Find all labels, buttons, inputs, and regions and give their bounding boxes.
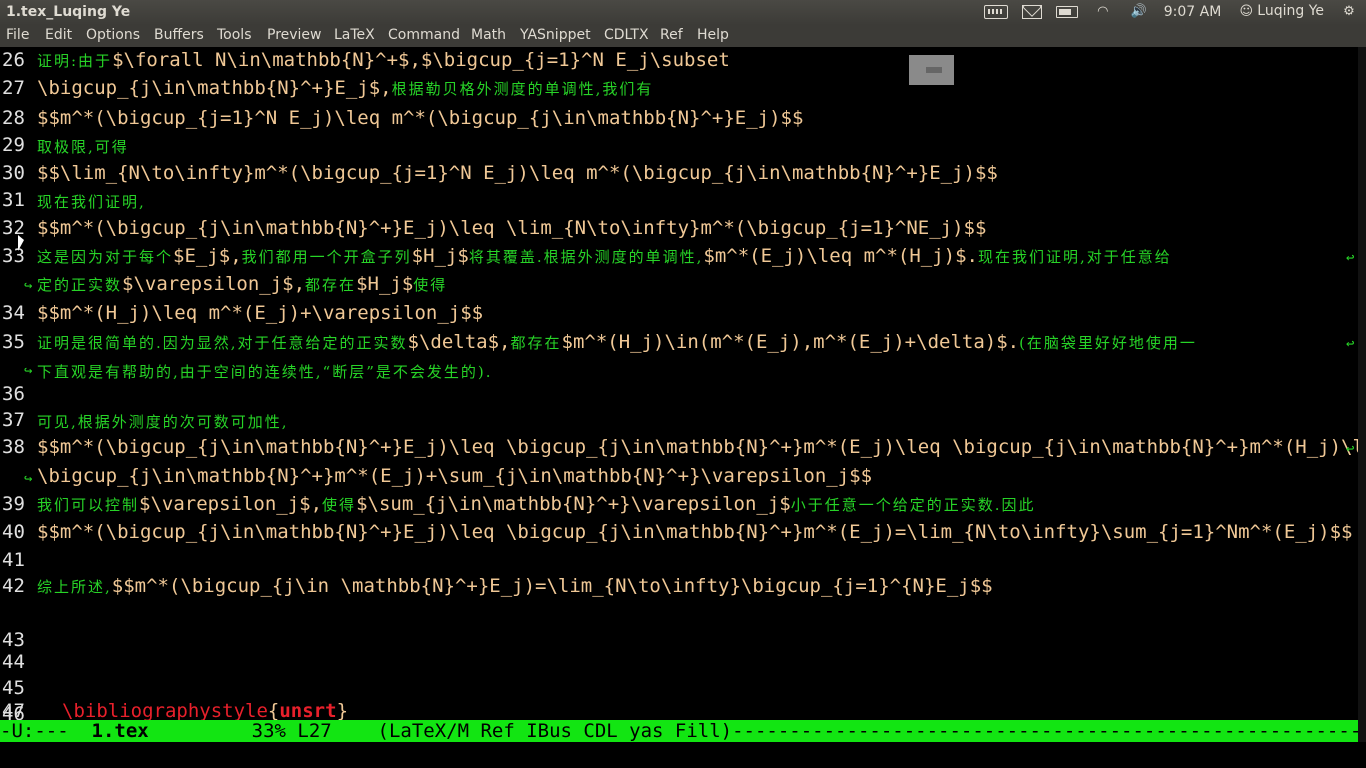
user-icon: ☺ bbox=[1239, 4, 1254, 19]
text-line[interactable]: 可见,根据外测度的次可数可加性, bbox=[37, 411, 289, 432]
text-line[interactable]: $$m^*(\bigcup_{j\in\mathbb{N}^+}E_j)\leq… bbox=[37, 436, 1358, 458]
top-panel: 1.tex_Luqing Ye ◠ 🔊 9:07 AM ☺ Luqing Ye ⚙ bbox=[0, 0, 1366, 25]
line-number: 44 bbox=[2, 651, 25, 673]
menu-math[interactable]: Math bbox=[471, 27, 506, 43]
volume-icon[interactable]: 🔊 bbox=[1128, 4, 1150, 20]
menu-tools[interactable]: Tools bbox=[217, 27, 252, 43]
line-number: 40 bbox=[2, 521, 25, 543]
text-line[interactable]: 取极限,可得 bbox=[37, 136, 129, 157]
text-line[interactable]: \bigcup_{j\in\mathbb{N}^+}m^*(E_j)+\sum_… bbox=[37, 465, 872, 487]
buffer-state: -U:--- bbox=[0, 720, 92, 742]
wrap-indicator-icon: ↩ bbox=[1346, 441, 1355, 457]
text-line[interactable]: $$\lim_{N\to\infty}m^*(\bigcup_{j=1}^N E… bbox=[37, 162, 998, 184]
window-title: 1.tex_Luqing Ye bbox=[6, 4, 131, 20]
wrap-indicator-icon: ↩ bbox=[1346, 336, 1355, 352]
menu-buffers[interactable]: Buffers bbox=[154, 27, 204, 43]
mouse-pointer-icon bbox=[18, 235, 24, 251]
line-number: 31 bbox=[2, 189, 25, 211]
text-line[interactable]: $$m^*(H_j)\leq m^*(E_j)+\varepsilon_j$$ bbox=[37, 302, 483, 324]
text-line[interactable]: 这是因为对于每个$E_j$,我们都用一个开盒子列$H_j$将其覆盖.根据外测度的… bbox=[37, 245, 1172, 267]
text-line[interactable]: \bigcup_{j\in\mathbb{N}^+}E_j$,根据勒贝格外测度的… bbox=[37, 77, 653, 99]
menu-file[interactable]: File bbox=[6, 27, 29, 43]
text-line[interactable]: $$m^*(\bigcup_{j=1}^N E_j)\leq m^*(\bigc… bbox=[37, 107, 803, 129]
line-number: 45 bbox=[2, 677, 25, 699]
line-number: 41 bbox=[2, 549, 25, 571]
menubar: File Edit Options Buffers Tools Preview … bbox=[0, 25, 1366, 47]
buffer-position: 33% L27 bbox=[148, 720, 378, 742]
line-number: 38 bbox=[2, 436, 25, 458]
wrap-indicator-icon: ↪ bbox=[24, 278, 33, 294]
wrap-indicator-icon: ↩ bbox=[1346, 250, 1355, 266]
text-line[interactable]: 我们可以控制$\varepsilon_j$,使得$\sum_{j\in\math… bbox=[37, 493, 1036, 515]
menu-latex[interactable]: LaTeX bbox=[334, 27, 375, 43]
line-number: 28 bbox=[2, 107, 25, 129]
line-number: 35 bbox=[2, 331, 25, 353]
text-line[interactable]: 现在我们证明, bbox=[37, 191, 146, 212]
menu-options[interactable]: Options bbox=[86, 27, 140, 43]
minibuffer[interactable] bbox=[0, 742, 1366, 768]
line-number: 26 bbox=[2, 49, 25, 71]
battery-icon[interactable] bbox=[1055, 5, 1078, 18]
text-line[interactable]: 证明是很简单的.因为显然,对于任意给定的正实数$\delta$,都存在$m^*(… bbox=[37, 331, 1197, 353]
line-number: 43 bbox=[2, 629, 25, 651]
text-line[interactable]: 综上所述,$$m^*(\bigcup_{j\in \mathbb{N}^+}E_… bbox=[37, 575, 993, 597]
line-number: 42 bbox=[2, 575, 25, 597]
line-number: 34 bbox=[2, 302, 25, 324]
user-name: Luqing Ye bbox=[1257, 3, 1324, 19]
text-line[interactable]: $$m^*(\bigcup_{j\in\mathbb{N}^+}E_j)\leq… bbox=[37, 521, 1352, 543]
wrap-indicator-icon: ↪ bbox=[24, 363, 33, 379]
major-modes[interactable]: (LaTeX/M Ref IBus CDL yas Fill) bbox=[378, 720, 733, 742]
line-number: 39 bbox=[2, 493, 25, 515]
menu-command[interactable]: Command bbox=[388, 27, 460, 43]
mail-icon[interactable] bbox=[1021, 4, 1042, 19]
text-line[interactable]: 定的正实数$\varepsilon_j$,都存在$H_j$使得 bbox=[37, 273, 447, 295]
menu-preview[interactable]: Preview bbox=[267, 27, 322, 43]
text-line[interactable]: 证明:由于$\forall N\in\mathbb{N}^+$,$\bigcup… bbox=[37, 49, 730, 71]
line-number: 37 bbox=[2, 409, 25, 431]
clock[interactable]: 9:07 AM bbox=[1164, 4, 1222, 20]
wrap-indicator-icon: ↪ bbox=[24, 471, 33, 487]
text-line[interactable]: 下直观是有帮助的,由于空间的连续性,“断层”是不会发生的). bbox=[37, 361, 493, 382]
editor-buffer[interactable]: 26 证明:由于$\forall N\in\mathbb{N}^+$,$\big… bbox=[0, 47, 1358, 720]
menu-yasnippet[interactable]: YASnippet bbox=[520, 27, 591, 43]
line-number: 29 bbox=[2, 134, 25, 156]
wifi-icon[interactable]: ◠ bbox=[1092, 4, 1114, 20]
line-number: 27 bbox=[2, 77, 25, 99]
mode-line-fill: ----------------------------------------… bbox=[732, 720, 1358, 742]
buffer-name[interactable]: 1.tex bbox=[92, 720, 149, 742]
menu-ref[interactable]: Ref bbox=[660, 27, 683, 43]
line-number: 36 bbox=[2, 383, 25, 405]
line-number: 47 bbox=[2, 700, 25, 720]
last-visible-line: 47 \bibliographystyle{unsrt} bbox=[0, 698, 1358, 720]
text-line[interactable]: $$m^*(\bigcup_{j\in\mathbb{N}^+}E_j)\leq… bbox=[37, 217, 986, 239]
vertical-scrollbar[interactable] bbox=[1358, 47, 1366, 742]
menu-cdltx[interactable]: CDLTX bbox=[604, 27, 649, 43]
gear-icon[interactable]: ⚙ bbox=[1338, 4, 1360, 20]
overlay-box bbox=[909, 55, 954, 85]
line-number: 30 bbox=[2, 162, 25, 184]
menu-help[interactable]: Help bbox=[697, 27, 729, 43]
menu-edit[interactable]: Edit bbox=[45, 27, 72, 43]
indicator-area: ◠ 🔊 9:07 AM ☺ Luqing Ye ⚙ bbox=[983, 3, 1360, 20]
user-menu[interactable]: ☺ Luqing Ye bbox=[1235, 3, 1325, 20]
keyboard-icon[interactable] bbox=[983, 4, 1008, 19]
text-line[interactable]: \bibliographystyle{unsrt} bbox=[62, 700, 348, 720]
mode-line: -U:--- 1.tex 33% L27 (LaTeX/M Ref IBus C… bbox=[0, 720, 1358, 742]
